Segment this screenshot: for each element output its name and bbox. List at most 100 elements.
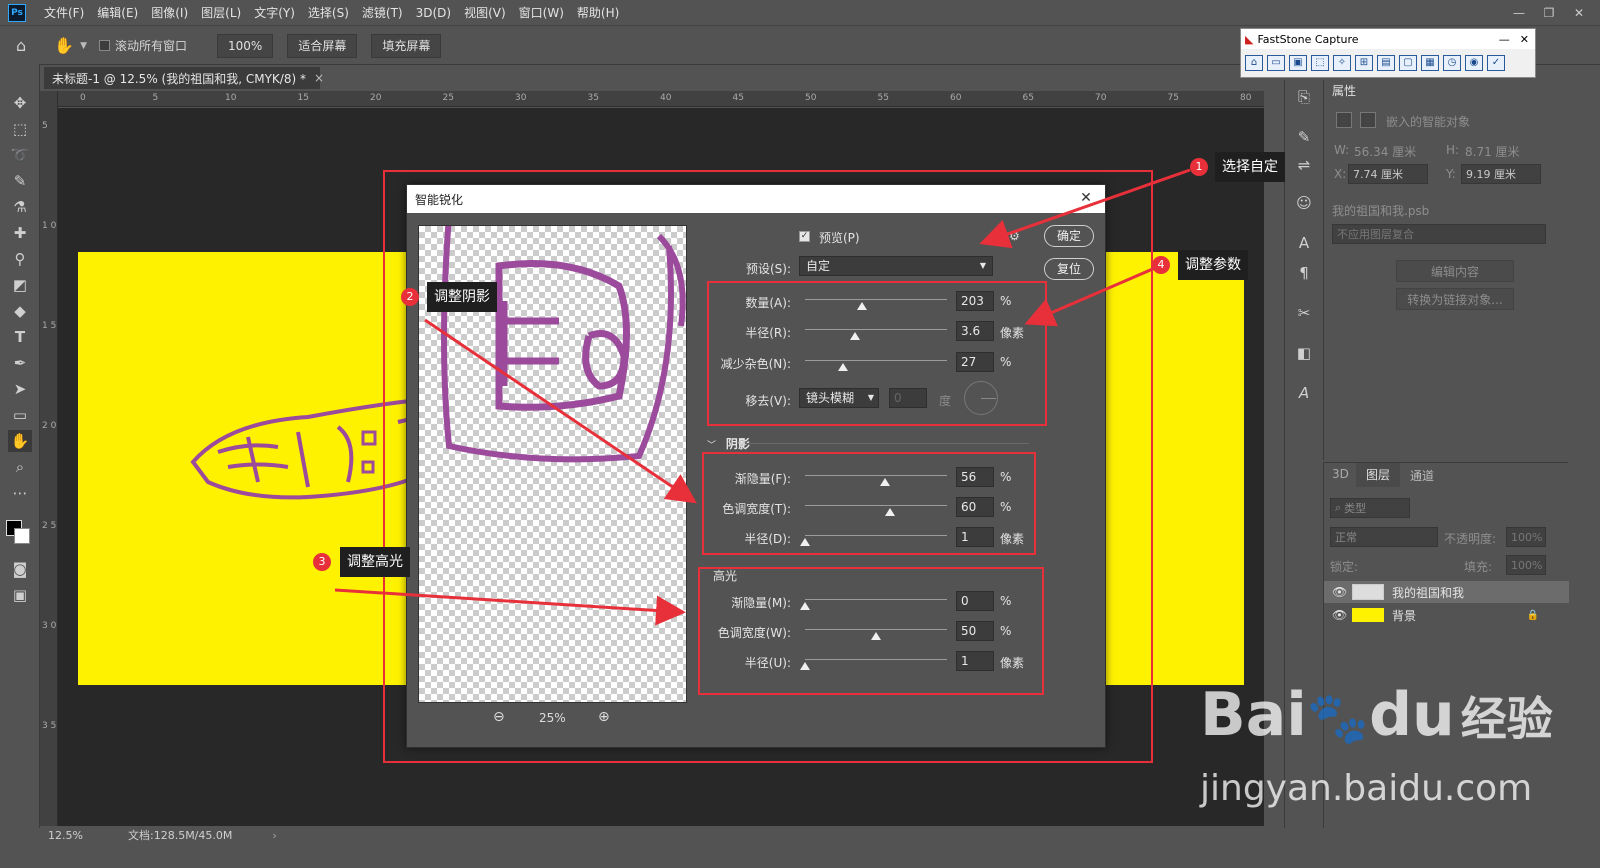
- fs-palette-icon[interactable]: ◉: [1465, 55, 1483, 71]
- type-tool-icon[interactable]: T: [8, 326, 32, 348]
- character-icon[interactable]: A: [1294, 234, 1314, 254]
- layer-filter-select[interactable]: ⌕ 类型: [1330, 498, 1410, 518]
- glyphs-icon[interactable]: A: [1294, 384, 1314, 404]
- tab-layers[interactable]: 图层: [1356, 463, 1401, 487]
- pen-tool-icon[interactable]: ✒: [8, 352, 32, 374]
- stamp-tool-icon[interactable]: ⚲: [8, 248, 32, 270]
- menu-file[interactable]: 文件(F): [44, 4, 84, 21]
- watermark-cn: 经验: [1460, 692, 1553, 746]
- menu-view[interactable]: 视图(V): [464, 4, 506, 21]
- annotation-shadow-box: [702, 452, 1036, 555]
- move-tool-icon[interactable]: ✥: [8, 92, 32, 114]
- watermark-brand: Bai: [1200, 680, 1307, 750]
- menu-window[interactable]: 窗口(W): [519, 4, 564, 21]
- fs-settings-icon[interactable]: ✓: [1487, 55, 1505, 71]
- document-tab[interactable]: 未标题-1 @ 12.5% (我的祖国和我, CMYK/8) * ×: [44, 67, 324, 89]
- hand-tool-icon[interactable]: ✋: [8, 430, 32, 452]
- visibility-eye-icon[interactable]: 👁: [1332, 585, 1352, 599]
- background-color-swatch[interactable]: [14, 528, 30, 544]
- quick-mask-icon[interactable]: ◙: [8, 558, 32, 580]
- hand-tool-icon[interactable]: ✋: [54, 36, 74, 55]
- opacity-field[interactable]: 100%: [1506, 527, 1546, 547]
- visibility-eye-icon[interactable]: 👁: [1332, 608, 1352, 622]
- status-zoom[interactable]: 12.5%: [48, 829, 118, 842]
- fs-rect-icon[interactable]: ⬚: [1311, 55, 1329, 71]
- close-window-button[interactable]: ✕: [1564, 6, 1594, 20]
- faststone-close-icon[interactable]: ✕: [1520, 33, 1529, 46]
- ruler-tick: 2 5: [42, 521, 57, 531]
- minimize-button[interactable]: —: [1504, 6, 1534, 20]
- mask-icon[interactable]: [1360, 112, 1376, 128]
- history-icon[interactable]: ⎘: [1294, 88, 1314, 108]
- paint-bucket-icon[interactable]: ◆: [8, 300, 32, 322]
- fill-field[interactable]: 100%: [1506, 555, 1546, 575]
- psb-filename: 我的祖国和我.psb: [1332, 204, 1430, 218]
- eyedropper-tool-icon[interactable]: ⚗: [8, 196, 32, 218]
- healing-brush-icon[interactable]: ✚: [8, 222, 32, 244]
- fill-screen-button[interactable]: 填充屏幕: [371, 33, 442, 58]
- watermark-brand-du: du: [1369, 680, 1455, 750]
- h-value[interactable]: 8.71 厘米: [1465, 143, 1520, 160]
- menu-image[interactable]: 图像(I): [151, 4, 188, 21]
- marquee-tool-icon[interactable]: ⬚: [8, 118, 32, 140]
- home-icon[interactable]: ⌂: [16, 36, 26, 55]
- restore-button[interactable]: ❐: [1534, 6, 1564, 20]
- menu-3d[interactable]: 3D(D): [416, 6, 451, 20]
- chevron-down-icon[interactable]: ▼: [80, 41, 87, 51]
- edit-contents-button[interactable]: 编辑内容: [1396, 260, 1514, 282]
- layer-row[interactable]: 👁 我的祖国和我: [1324, 581, 1569, 603]
- eraser-tool-icon[interactable]: ◩: [8, 274, 32, 296]
- paragraph-icon[interactable]: ¶: [1294, 264, 1314, 284]
- layer-name[interactable]: 背景: [1392, 607, 1416, 624]
- people-icon[interactable]: ☺: [1294, 194, 1314, 214]
- chevron-right-icon[interactable]: ›: [272, 829, 276, 842]
- x-field[interactable]: 7.74 厘米: [1348, 164, 1428, 184]
- tab-close-icon[interactable]: ×: [314, 71, 324, 85]
- tab-channels[interactable]: 通道: [1410, 467, 1434, 484]
- fs-open-icon[interactable]: ⌂: [1245, 55, 1263, 71]
- menu-filter[interactable]: 滤镜(T): [362, 4, 403, 21]
- faststone-titlebar: ◣ FastStone Capture — ✕: [1241, 29, 1535, 49]
- rectangle-tool-icon[interactable]: ▭: [8, 404, 32, 426]
- fs-freehand-icon[interactable]: ✧: [1333, 55, 1351, 71]
- fs-fullscreen-icon[interactable]: ⊞: [1355, 55, 1373, 71]
- w-value[interactable]: 56.34 厘米: [1354, 143, 1416, 160]
- ruler-tick: 25: [442, 93, 454, 103]
- menu-layer[interactable]: 图层(L): [201, 4, 241, 21]
- fs-object-icon[interactable]: ▣: [1289, 55, 1307, 71]
- brush-settings-icon[interactable]: ✎: [1294, 128, 1314, 148]
- baidu-watermark: Bai🐾du 经验 jingyan.baidu.com: [1200, 680, 1553, 820]
- lasso-tool-icon[interactable]: ➰: [8, 144, 32, 166]
- convert-linked-button[interactable]: 转换为链接对象...: [1396, 288, 1514, 310]
- zoom-100-button[interactable]: 100%: [217, 33, 274, 58]
- menu-type[interactable]: 文字(Y): [254, 4, 295, 21]
- layer-row[interactable]: 👁 背景 🔒: [1324, 604, 1569, 626]
- properties-tab[interactable]: 属性: [1332, 82, 1356, 99]
- menu-select[interactable]: 选择(S): [308, 4, 349, 21]
- fit-screen-button[interactable]: 适合屏幕: [287, 33, 358, 58]
- menu-edit[interactable]: 编辑(E): [97, 4, 138, 21]
- more-tools-icon[interactable]: ⋯: [8, 482, 32, 504]
- path-select-icon[interactable]: ➤: [8, 378, 32, 400]
- fs-video-icon[interactable]: ▦: [1421, 55, 1439, 71]
- quick-select-tool-icon[interactable]: ✎: [8, 170, 32, 192]
- layer-name[interactable]: 我的祖国和我: [1392, 584, 1464, 601]
- blend-mode-select[interactable]: 正常: [1330, 527, 1438, 547]
- smart-object-icon: [1336, 112, 1352, 128]
- zoom-tool-icon[interactable]: ⌕: [8, 456, 32, 478]
- y-field[interactable]: 9.19 厘米: [1461, 164, 1541, 184]
- scroll-all-checkbox[interactable]: [99, 40, 110, 51]
- libraries-icon[interactable]: ◧: [1294, 344, 1314, 364]
- menu-help[interactable]: 帮助(H): [577, 4, 619, 21]
- faststone-minimize-icon[interactable]: —: [1499, 33, 1510, 46]
- screen-mode-icon[interactable]: ▣: [8, 584, 32, 606]
- layer-comp-select[interactable]: 不应用图层复合: [1332, 224, 1546, 244]
- tab-3d[interactable]: 3D: [1332, 467, 1349, 481]
- tools-preset-icon[interactable]: ✂: [1294, 304, 1314, 324]
- adjust-icon[interactable]: ⇌: [1294, 156, 1314, 176]
- ruler-tick: 1 5: [42, 321, 57, 331]
- fs-fixed-icon[interactable]: ▢: [1399, 55, 1417, 71]
- fs-timer-icon[interactable]: ◷: [1443, 55, 1461, 71]
- fs-window-icon[interactable]: ▭: [1267, 55, 1285, 71]
- fs-scroll-icon[interactable]: ▤: [1377, 55, 1395, 71]
